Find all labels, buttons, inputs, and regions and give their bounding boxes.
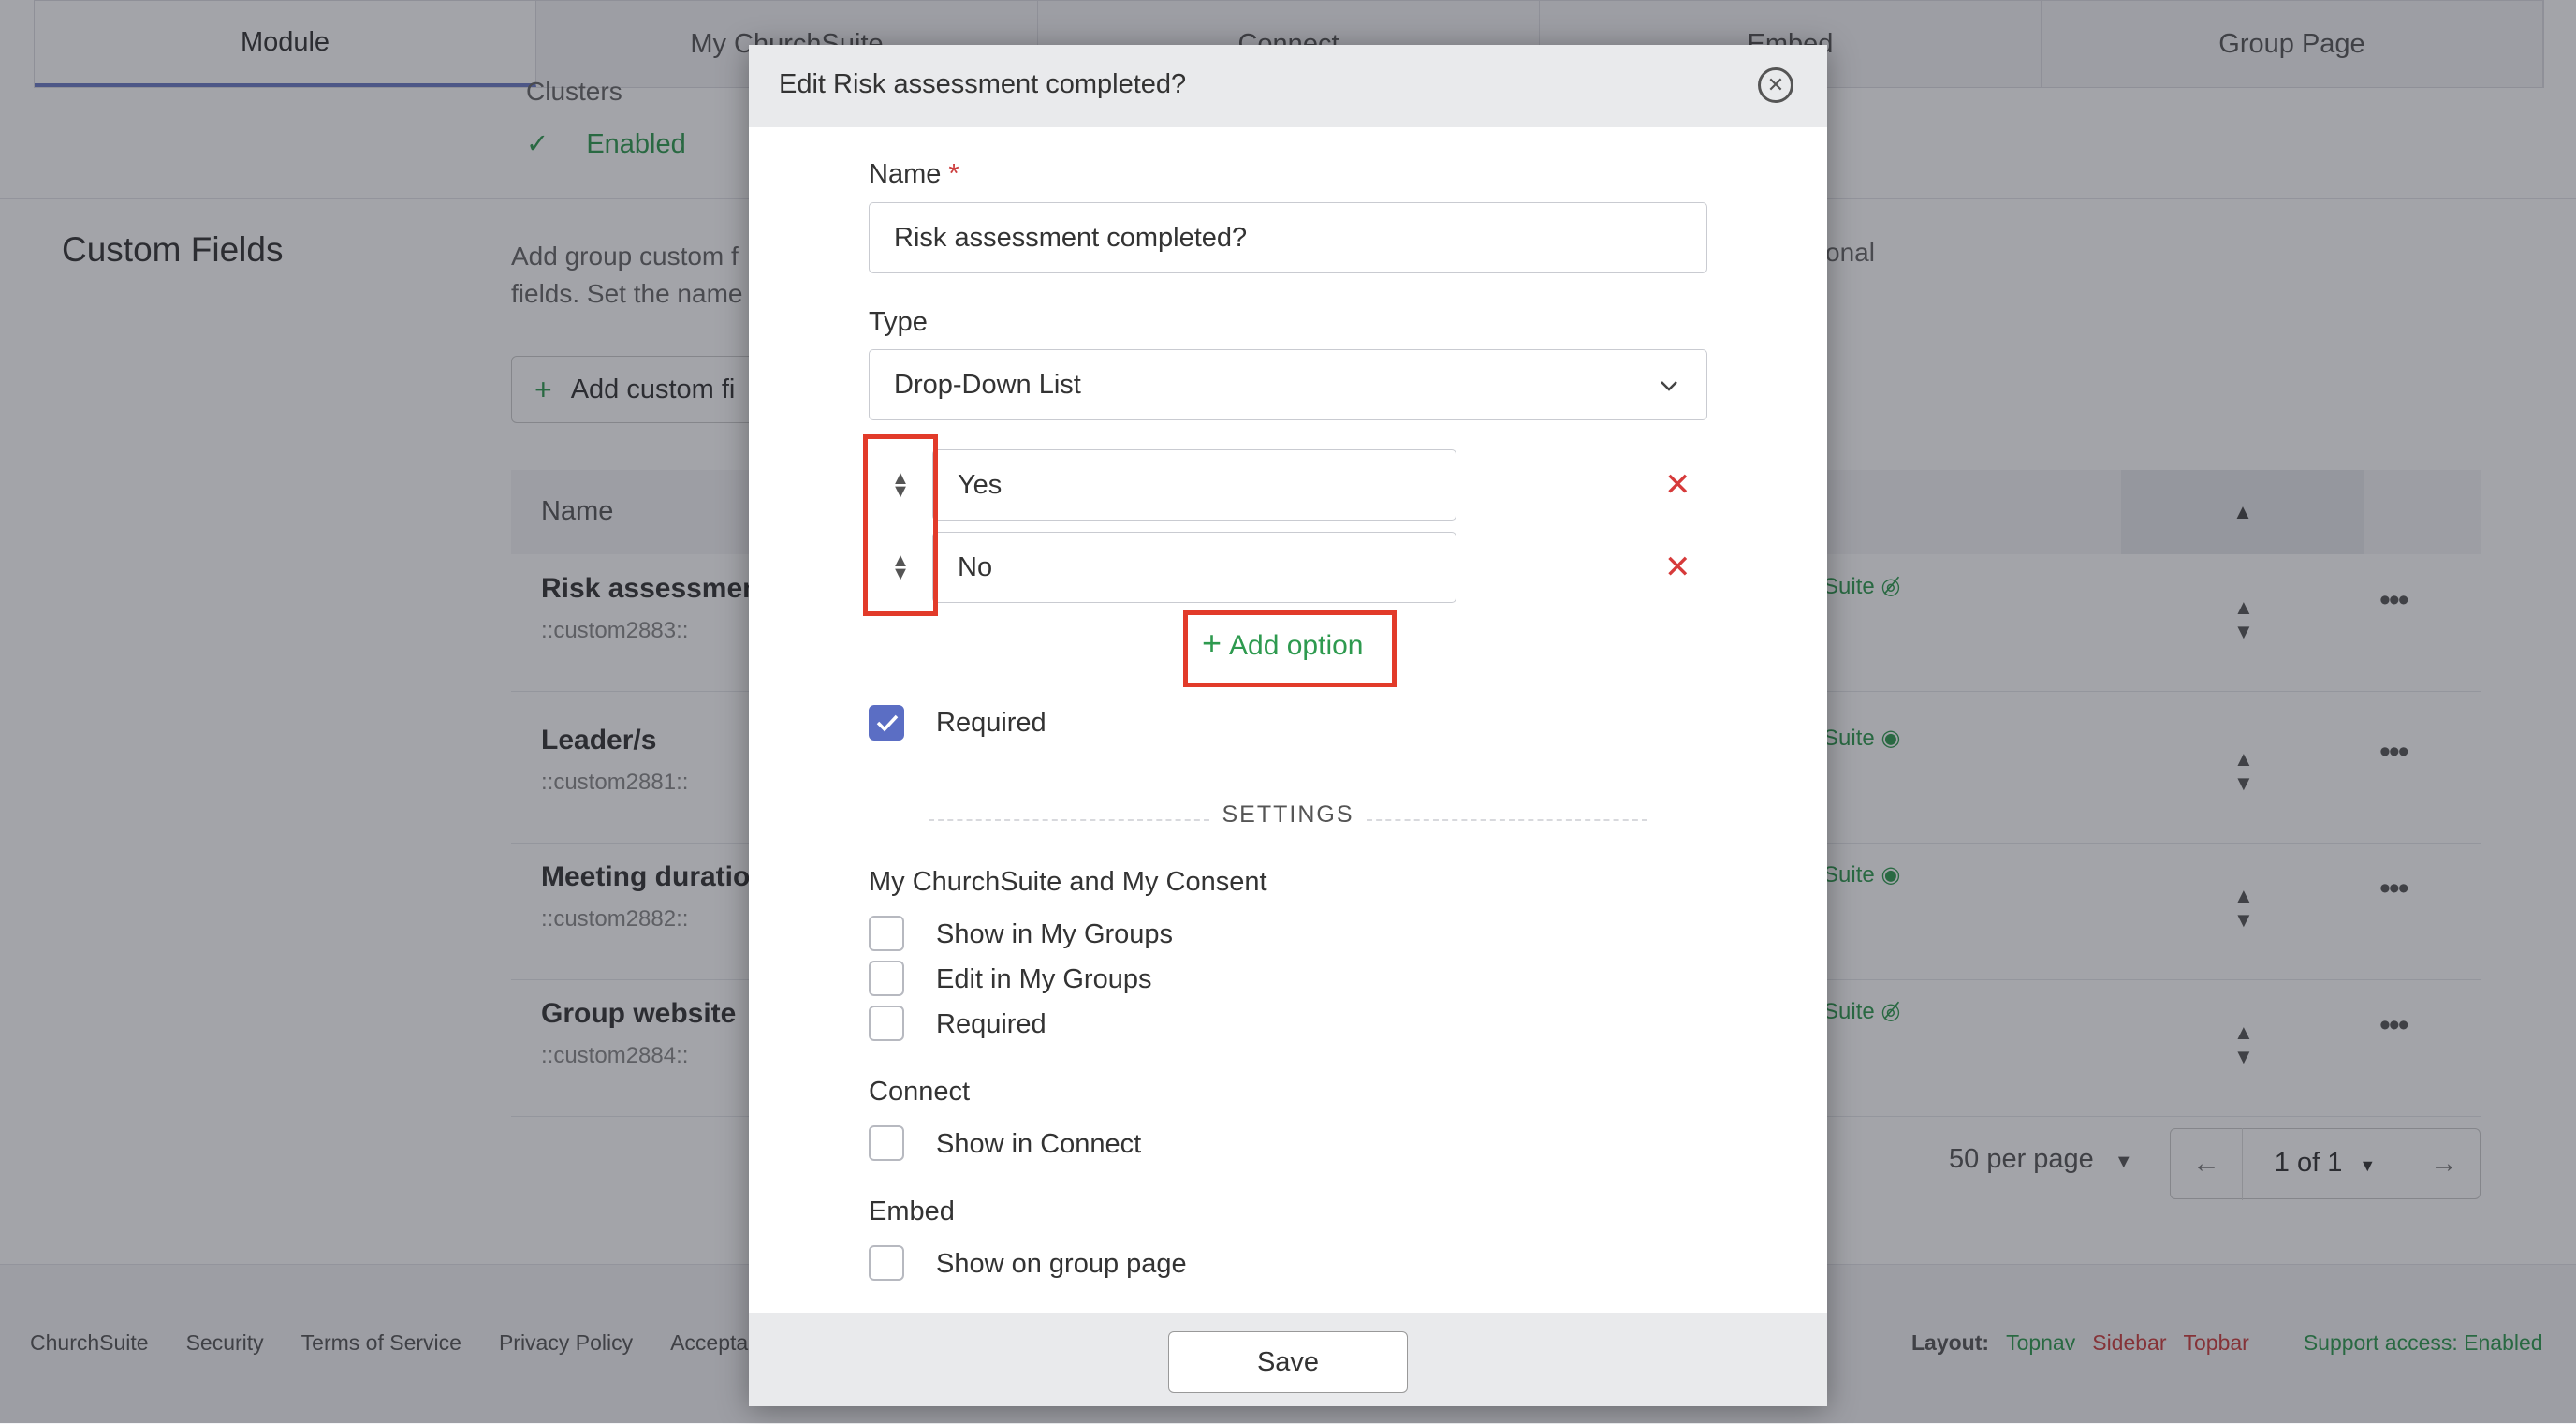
name-label-text: Name [869, 159, 942, 189]
settings-heading: SETTINGS [1222, 801, 1354, 828]
type-label: Type [869, 307, 928, 337]
name-label: Name * [869, 159, 959, 190]
edit-in-my-groups-checkbox[interactable] [869, 961, 904, 996]
my-churchsuite-required-label: Required [936, 1009, 1046, 1039]
show-in-connect-label: Show in Connect [936, 1129, 1142, 1159]
add-option-label: Add option [1229, 630, 1364, 661]
drag-handles-highlight [863, 434, 938, 616]
modal-footer: Save [749, 1313, 1827, 1406]
name-input[interactable]: Risk assessment completed? [869, 202, 1707, 273]
option-value: Yes [958, 469, 1003, 500]
remove-option-icon[interactable]: ✕ [1664, 549, 1691, 586]
close-icon[interactable]: ✕ [1758, 67, 1793, 103]
show-on-group-page-checkbox[interactable] [869, 1245, 904, 1281]
group-title-my-churchsuite: My ChurchSuite and My Consent [869, 867, 1267, 897]
add-option-button[interactable]: + Add option [1202, 624, 1363, 663]
name-input-value: Risk assessment completed? [894, 222, 1248, 253]
show-in-my-groups-label: Show in My Groups [936, 919, 1174, 949]
show-in-my-groups-checkbox[interactable] [869, 916, 904, 951]
modal-header: Edit Risk assessment completed? ✕ [749, 45, 1827, 127]
required-checkbox[interactable] [869, 705, 904, 741]
option-value: No [958, 551, 993, 582]
type-select[interactable]: Drop-Down List [869, 349, 1707, 420]
type-select-value: Drop-Down List [894, 369, 1081, 400]
divider-line-right [1367, 819, 1647, 821]
edit-in-my-groups-label: Edit in My Groups [936, 964, 1152, 994]
required-label: Required [936, 708, 1046, 738]
group-title-connect: Connect [869, 1077, 971, 1107]
modal-title: Edit Risk assessment completed? [779, 69, 1187, 99]
my-churchsuite-required-checkbox[interactable] [869, 1006, 904, 1041]
show-in-connect-checkbox[interactable] [869, 1125, 904, 1161]
option-input-yes[interactable]: Yes [932, 449, 1456, 521]
edit-custom-field-modal: Edit Risk assessment completed? ✕ Name *… [749, 45, 1827, 1406]
checkmark-icon [876, 714, 899, 732]
save-button[interactable]: Save [1168, 1331, 1408, 1393]
settings-divider: SETTINGS [929, 801, 1647, 839]
group-title-embed: Embed [869, 1196, 955, 1226]
chevron-down-icon [1661, 381, 1677, 391]
remove-option-icon[interactable]: ✕ [1664, 466, 1691, 504]
plus-icon: + [1202, 624, 1222, 662]
required-asterisk: * [948, 159, 959, 189]
option-input-no[interactable]: No [932, 532, 1456, 603]
show-on-group-page-label: Show on group page [936, 1249, 1187, 1279]
